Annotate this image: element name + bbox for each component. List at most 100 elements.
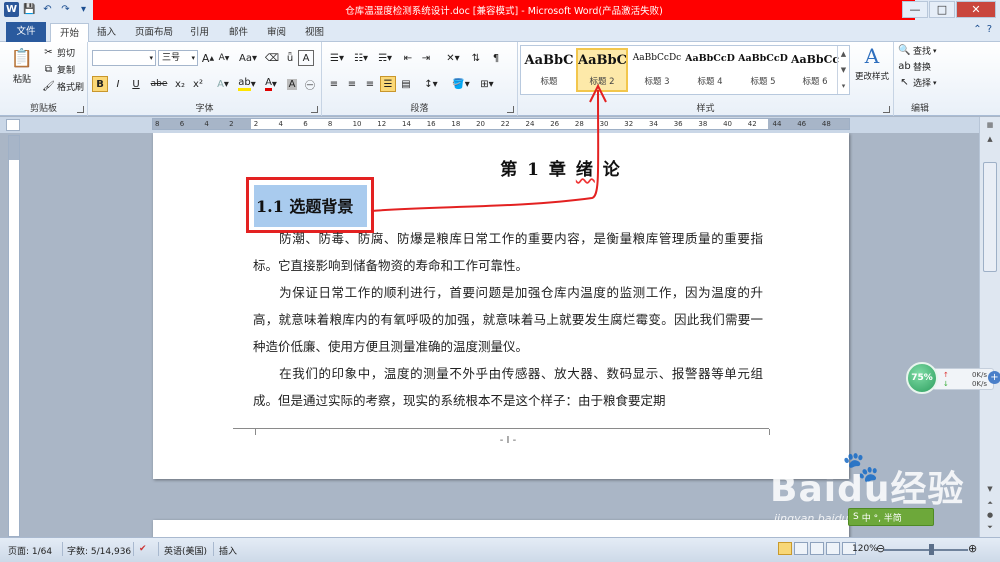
word-count[interactable]: 字数: 5/14,936	[67, 544, 131, 557]
change-case-button[interactable]: Aa ▾	[238, 50, 258, 66]
save-icon[interactable]: 💾	[22, 2, 37, 17]
help-icon[interactable]: ?	[987, 24, 992, 35]
grow-font-button[interactable]: A ▲	[200, 50, 216, 66]
sort-button[interactable]: ⇅	[468, 50, 484, 66]
horizontal-ruler[interactable]: 8 6 4 2 2 4 6 8 10 12 14 16 18 20 22 24 26 28 30 32 34 36 38 40…	[152, 118, 850, 130]
dialog-launcher[interactable]	[883, 106, 890, 113]
page-count[interactable]: 页面: 1/64	[8, 544, 52, 557]
shrink-font-button[interactable]: A ▼	[216, 50, 232, 66]
borders-button[interactable]: ⊞ ▾	[476, 76, 498, 92]
numbering-button[interactable]: ☷ ▾	[350, 50, 372, 66]
char-shading-button[interactable]: A	[284, 76, 300, 92]
justify-button[interactable]: ☰	[380, 76, 396, 92]
web-layout-view-icon[interactable]	[810, 542, 824, 555]
align-center-button[interactable]: ≡	[344, 76, 360, 92]
dialog-launcher[interactable]	[507, 106, 514, 113]
select-button[interactable]: ↖ 选择 ▾	[898, 76, 936, 89]
insert-mode[interactable]: 插入	[219, 544, 237, 557]
tab-review[interactable]: 审阅	[258, 23, 295, 42]
network-monitor-widget[interactable]: ↑ 0K/s ↓ 0K/s 75% +	[906, 362, 1000, 394]
full-screen-view-icon[interactable]	[794, 542, 808, 555]
vertical-scrollbar[interactable]: ▦ ▲ ▼ ⏶ ● ⏷	[979, 117, 1000, 537]
gallery-down-icon[interactable]: ▼	[841, 66, 846, 74]
minimize-ribbon-icon[interactable]: ⌃	[973, 24, 981, 35]
word-app-icon[interactable]: W	[4, 2, 19, 17]
tab-references[interactable]: 引用	[181, 23, 218, 42]
font-family-combo[interactable]: ▾	[92, 50, 156, 66]
vertical-ruler[interactable]	[8, 135, 20, 537]
show-marks-button[interactable]: ¶	[488, 50, 504, 66]
maximize-button[interactable]: □	[929, 1, 955, 18]
ruler-toggle-button[interactable]	[6, 119, 20, 131]
outline-view-icon[interactable]	[826, 542, 840, 555]
tab-file[interactable]: 文件	[6, 22, 46, 42]
text-effects-button[interactable]: A ▾	[212, 76, 234, 92]
font-color-button[interactable]: A ▾	[260, 76, 282, 92]
print-layout-view-icon[interactable]	[778, 542, 792, 555]
clear-format-button[interactable]: ⌫	[264, 50, 280, 66]
dialog-launcher[interactable]	[311, 106, 318, 113]
decrease-indent-button[interactable]: ⇤	[400, 50, 416, 66]
strikethrough-button[interactable]: abe	[148, 76, 170, 92]
language-indicator[interactable]: 英语(美国)	[164, 544, 207, 557]
chinese-layout-button[interactable]: ✕ ▾	[442, 50, 464, 66]
distributed-button[interactable]: ▤	[398, 76, 414, 92]
align-right-button[interactable]: ≡	[362, 76, 378, 92]
paste-button[interactable]: 📋 粘贴	[8, 46, 36, 86]
tab-insert[interactable]: 插入	[88, 23, 125, 42]
italic-button[interactable]: I	[110, 76, 126, 92]
zoom-in-icon[interactable]: ⊕	[968, 542, 977, 555]
subscript-button[interactable]: x₂	[172, 76, 188, 92]
replace-button[interactable]: ab 替换	[898, 60, 931, 73]
ime-toolbar[interactable]: S 中 °, 半简	[848, 508, 934, 526]
undo-icon[interactable]: ↶	[40, 2, 55, 17]
customize-qat-icon[interactable]: ▾	[76, 2, 91, 17]
cut-button[interactable]: ✂ 剪切	[42, 46, 75, 59]
style-heading[interactable]: AaBbC 标题	[523, 48, 575, 92]
style-heading-5[interactable]: AaBbCcD 标题 5	[737, 48, 789, 92]
tab-home[interactable]: 开始	[50, 23, 90, 42]
close-button[interactable]: ✕	[956, 1, 996, 18]
dialog-launcher[interactable]	[77, 106, 84, 113]
copy-button[interactable]: ⧉ 复制	[42, 63, 75, 76]
superscript-button[interactable]: x²	[190, 76, 206, 92]
bold-button[interactable]: B	[92, 76, 108, 92]
zoom-slider-thumb[interactable]	[929, 544, 934, 555]
font-size-combo[interactable]: 三号 ▾	[158, 50, 198, 66]
multilevel-list-button[interactable]: ☴ ▾	[374, 50, 396, 66]
style-heading-2[interactable]: AaBbC 标题 2	[576, 48, 628, 92]
next-page-icon[interactable]: ⏷	[983, 523, 997, 535]
document-page-next[interactable]	[153, 520, 849, 537]
find-button[interactable]: 🔍 查找 ▾	[898, 44, 936, 57]
style-heading-3[interactable]: AaBbCcDc 标题 3	[631, 48, 683, 92]
ruler-view-icon[interactable]: ▦	[983, 121, 997, 133]
prev-page-icon[interactable]: ⏶	[983, 499, 997, 511]
gallery-up-icon[interactable]: ▲	[841, 50, 846, 58]
increase-indent-button[interactable]: ⇥	[418, 50, 434, 66]
char-border-button[interactable]: A	[298, 50, 314, 66]
redo-icon[interactable]: ↷	[58, 2, 73, 17]
tab-mailings[interactable]: 邮件	[220, 23, 257, 42]
scroll-up-icon[interactable]: ▲	[983, 135, 997, 147]
proofing-icon[interactable]: ✔	[139, 544, 147, 554]
browse-object-icon[interactable]: ●	[983, 511, 997, 523]
plus-icon[interactable]: +	[988, 371, 1000, 384]
tab-view[interactable]: 视图	[296, 23, 333, 42]
scroll-down-icon[interactable]: ▼	[983, 485, 997, 497]
phonetic-guide-button[interactable]: ǖ	[282, 50, 298, 66]
line-spacing-button[interactable]: ↕ ▾	[420, 76, 442, 92]
zoom-slider[interactable]	[884, 549, 968, 551]
bullets-button[interactable]: ☰ ▾	[326, 50, 348, 66]
highlight-button[interactable]: ab ▾	[236, 76, 258, 92]
format-painter-button[interactable]: 🖌 格式刷	[42, 80, 84, 93]
tab-page-layout[interactable]: 页面布局	[126, 23, 182, 42]
align-left-button[interactable]: ≡	[326, 76, 342, 92]
underline-button[interactable]: U	[126, 76, 146, 92]
gallery-more-icon[interactable]: ▾	[842, 82, 846, 90]
minimize-button[interactable]: —	[902, 1, 928, 18]
style-heading-6[interactable]: AaBbCc 标题 6	[789, 48, 841, 92]
style-heading-4[interactable]: AaBbCcD 标题 4	[684, 48, 736, 92]
change-styles-button[interactable]: A 更改样式	[852, 44, 892, 82]
document-page[interactable]: 第 1 章 绪 论 1.1 选题背景 防潮、防毒、防腐、防爆是粮库日常工作的重要…	[153, 133, 849, 479]
zoom-level[interactable]: 120%	[852, 544, 878, 554]
